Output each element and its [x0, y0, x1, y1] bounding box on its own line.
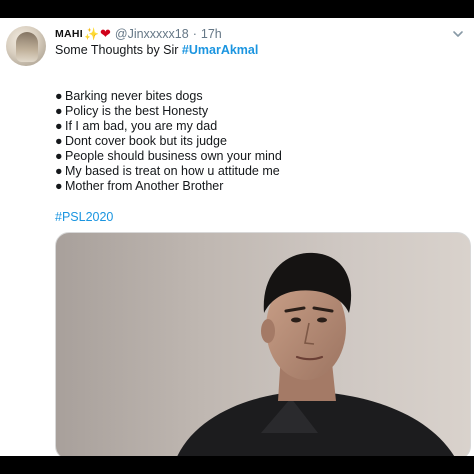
list-item-text: Policy is the best Honesty — [65, 104, 209, 118]
list-item-text: Dont cover book but its judge — [65, 134, 227, 148]
list-item-text: Barking never bites dogs — [65, 89, 203, 103]
separator-dot: · — [192, 27, 197, 41]
list-item: ● My based is treat on how u attitude me — [55, 164, 455, 179]
user-handle[interactable]: @Jinxxxxx18 — [115, 27, 189, 41]
intro-text: Some Thoughts by Sir — [55, 43, 182, 57]
bullet-icon: ● — [55, 134, 63, 148]
list-item: ● If I am bad, you are my dad — [55, 119, 455, 134]
list-item: ● Barking never bites dogs — [55, 89, 455, 104]
bullet-icon: ● — [55, 89, 63, 103]
list-item: ● Policy is the best Honesty — [55, 104, 455, 119]
list-item: ● People should business own your mind — [55, 149, 455, 164]
heart-icon: ❤ — [99, 26, 111, 41]
list-item: ● Mother from Another Brother — [55, 179, 455, 194]
sparkles-icon: ✨ — [84, 27, 99, 41]
display-name[interactable]: MAHI — [55, 28, 83, 40]
screenshot-frame: MAHI ✨ ❤ @Jinxxxxx18 · 17h Some Thoughts… — [0, 0, 474, 474]
bullet-icon: ● — [55, 149, 63, 163]
list-item-text: If I am bad, you are my dad — [65, 119, 218, 133]
bullet-icon: ● — [55, 104, 63, 118]
bullet-list: ● Barking never bites dogs ● Policy is the… — [55, 89, 455, 194]
list-item-text: People should business own your mind — [65, 149, 282, 163]
tweet-header: MAHI ✨ ❤ @Jinxxxxx18 · 17h — [55, 25, 222, 43]
hashtag-psl2020[interactable]: #PSL2020 — [55, 210, 113, 225]
timestamp[interactable]: 17h — [201, 27, 222, 41]
list-item-text: Mother from Another Brother — [65, 179, 224, 193]
tweet-card[interactable]: MAHI ✨ ❤ @Jinxxxxx18 · 17h Some Thoughts… — [0, 18, 474, 456]
avatar[interactable] — [6, 26, 46, 66]
tweet-intro: Some Thoughts by Sir #UmarAkmal — [55, 43, 465, 59]
bullet-icon: ● — [55, 119, 63, 133]
list-item: ● Dont cover book but its judge — [55, 134, 455, 149]
bullet-icon: ● — [55, 164, 63, 178]
chevron-down-icon[interactable] — [450, 26, 466, 42]
bullet-icon: ● — [55, 179, 63, 193]
hashtag-umarakmal[interactable]: #UmarAkmal — [182, 43, 258, 57]
photo-illustration — [177, 252, 454, 456]
tweet-photo[interactable] — [55, 232, 471, 456]
list-item-text: My based is treat on how u attitude me — [65, 164, 280, 178]
